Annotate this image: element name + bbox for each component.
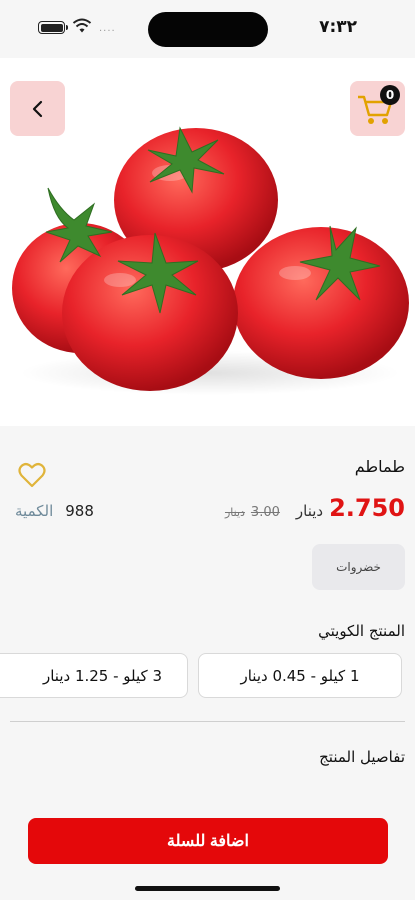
product-details-title: تفاصيل المنتج <box>319 748 405 766</box>
back-button[interactable] <box>10 81 65 136</box>
add-to-cart-button[interactable]: اضافة للسلة <box>28 818 388 864</box>
price-currency: دينار <box>295 502 324 520</box>
weight-option[interactable]: 3 كيلو - 1.25 دينار <box>0 653 188 698</box>
old-price: 3.00 <box>250 505 280 520</box>
status-bar: .... ٧:٣٢ <box>0 0 415 58</box>
cart-button[interactable]: 0 <box>350 81 405 136</box>
quantity-label: الكمية <box>15 502 54 520</box>
weight-option[interactable]: 1 كيلو - 0.45 دينار <box>198 653 402 698</box>
old-price-currency: دينار <box>224 506 245 519</box>
current-price: 2.750 <box>329 494 405 522</box>
back-chevron-icon <box>32 100 42 117</box>
status-time: ٧:٣٢ <box>319 17 357 37</box>
category-chip[interactable]: خضروات <box>312 544 405 590</box>
signal-indicator: .... <box>99 23 116 34</box>
quantity-info: 988 الكمية <box>15 502 94 520</box>
heart-icon[interactable] <box>18 462 46 488</box>
cart-count-badge: 0 <box>380 85 400 105</box>
divider <box>10 721 405 722</box>
dynamic-island <box>148 12 268 47</box>
quantity-value: 988 <box>65 502 94 520</box>
wifi-icon <box>72 18 92 33</box>
battery-icon <box>38 21 68 34</box>
home-indicator <box>135 886 280 891</box>
product-origin: المنتج الكويتي <box>318 622 405 640</box>
price-row: 2.750 دينار 3.00 دينار <box>225 494 405 522</box>
product-name: طماطم <box>354 457 405 476</box>
